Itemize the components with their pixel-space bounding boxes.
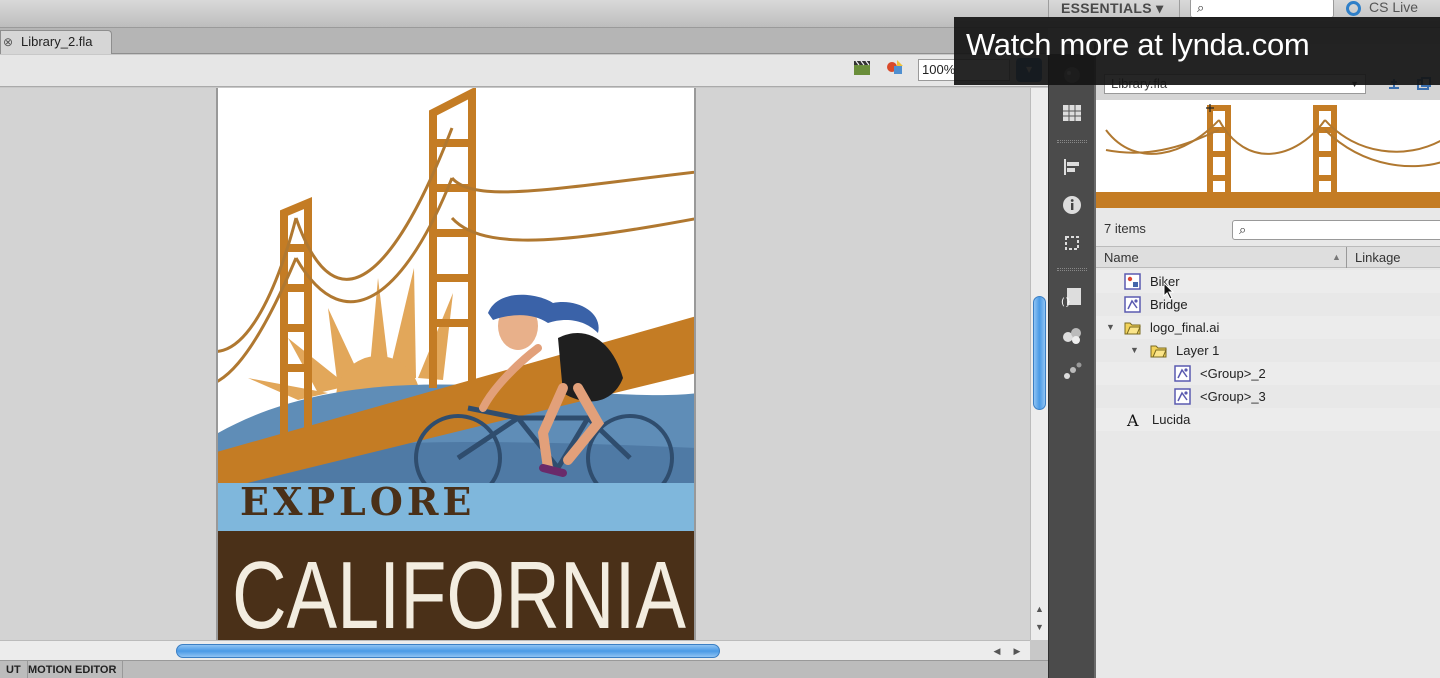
- svg-text:(}: (}: [1061, 297, 1071, 308]
- info-panel-icon[interactable]: [1061, 194, 1083, 216]
- vertical-scrollbar[interactable]: ▲ ▼: [1030, 88, 1048, 640]
- close-tab-icon[interactable]: ⊗: [3, 31, 13, 53]
- cs-live-label: CS Live: [1369, 0, 1419, 15]
- scroll-down-icon[interactable]: ▼: [1035, 622, 1044, 632]
- expand-triangle-icon[interactable]: ▼: [1106, 316, 1115, 339]
- graphic-icon: [1124, 296, 1141, 313]
- library-item-list: Biker Bridge ▼ logo_final.ai ▼ Layer 1 <…: [1096, 270, 1440, 440]
- vertical-scroll-thumb[interactable]: [1033, 296, 1046, 410]
- stage[interactable]: EXPLORE CALIFORNIA: [216, 88, 696, 640]
- library-item-label: <Group>_2: [1200, 366, 1266, 381]
- library-preview: [1096, 100, 1440, 208]
- library-item-group-3[interactable]: <Group>_3: [1096, 385, 1440, 408]
- font-icon: A: [1126, 411, 1139, 428]
- motion-editor-tab[interactable]: MOTION EDITOR: [22, 661, 124, 678]
- name-column-header[interactable]: Name: [1104, 247, 1139, 268]
- library-item-biker[interactable]: Biker: [1096, 270, 1440, 293]
- panel-icon-strip: (}: [1048, 54, 1094, 678]
- document-tab-bar: ⊗ Library_2.fla: [0, 28, 1048, 54]
- panel-grip[interactable]: [1057, 268, 1087, 271]
- library-item-logo-final[interactable]: ▼ logo_final.ai: [1096, 316, 1440, 339]
- explore-text: EXPLORE: [240, 479, 475, 524]
- library-item-bridge[interactable]: Bridge: [1096, 293, 1440, 316]
- folder-icon: [1124, 322, 1141, 335]
- document-tab-label: Library_2.fla: [21, 34, 93, 49]
- motion-presets-icon[interactable]: [1061, 360, 1083, 382]
- library-item-label: <Group>_3: [1200, 389, 1266, 404]
- bridge-preview-graphic: [1096, 104, 1440, 208]
- cs-live-icon: [1346, 0, 1361, 16]
- lynda-watermark: Watch more at lynda.com: [954, 17, 1440, 85]
- help-search-field[interactable]: ⌕: [1190, 0, 1334, 18]
- search-icon: ⌕: [1239, 222, 1247, 237]
- library-item-group-2[interactable]: <Group>_2: [1096, 362, 1440, 385]
- library-column-header: Name ▲ Linkage: [1096, 246, 1440, 268]
- edit-symbols-icon[interactable]: [884, 58, 906, 78]
- document-tab[interactable]: ⊗ Library_2.fla: [0, 30, 112, 54]
- swatches-panel-icon[interactable]: [1061, 102, 1083, 124]
- transform-panel-icon[interactable]: [1061, 232, 1083, 254]
- library-item-label: Layer 1: [1176, 343, 1220, 358]
- mouse-cursor-icon: [1163, 282, 1175, 300]
- movieclip-icon: [1124, 273, 1141, 290]
- code-snippets-icon[interactable]: (}: [1061, 286, 1083, 308]
- bottom-panel-tabs: UT MOTION EDITOR: [0, 660, 1048, 678]
- library-panel: Library.fla ▼: [1094, 44, 1440, 678]
- horizontal-scrollbar[interactable]: ◀ ▶: [0, 640, 1030, 660]
- edit-bar: 100% ▾: [0, 55, 1048, 87]
- california-text: CALIFORNIA: [232, 542, 686, 640]
- flash-workspace: ESSENTIALS ▾ ⌕ CS Live ⊗ Library_2.fla 1…: [0, 0, 1440, 678]
- watermark-text: Watch more at lynda.com: [966, 27, 1310, 62]
- scroll-left-icon[interactable]: ◀: [988, 643, 1006, 659]
- workspace-switcher[interactable]: ESSENTIALS ▾: [1048, 0, 1180, 18]
- linkage-column-header[interactable]: Linkage: [1346, 247, 1401, 268]
- library-item-label: logo_final.ai: [1150, 320, 1220, 335]
- panel-grip[interactable]: [1057, 140, 1087, 143]
- sort-up-icon[interactable]: ▲: [1332, 247, 1341, 268]
- library-item-lucida[interactable]: A Lucida: [1096, 408, 1440, 431]
- scroll-up-icon[interactable]: ▲: [1035, 604, 1044, 614]
- explore-california-artwork[interactable]: EXPLORE CALIFORNIA: [218, 88, 696, 640]
- library-item-label: Lucida: [1152, 412, 1191, 427]
- align-panel-icon[interactable]: [1061, 156, 1083, 178]
- library-item-layer-1[interactable]: ▼ Layer 1: [1096, 339, 1440, 362]
- edit-scene-icon[interactable]: [852, 58, 874, 78]
- search-icon: ⌕: [1197, 0, 1205, 15]
- horizontal-scroll-thumb[interactable]: [176, 644, 720, 658]
- svg-text:A: A: [1126, 411, 1139, 428]
- components-panel-icon[interactable]: [1061, 324, 1083, 346]
- expand-triangle-icon[interactable]: ▼: [1130, 339, 1139, 362]
- graphic-icon: [1174, 365, 1191, 382]
- pasteboard: EXPLORE CALIFORNIA: [0, 88, 1030, 640]
- folder-icon: [1150, 345, 1167, 358]
- scroll-right-icon[interactable]: ▶: [1008, 643, 1026, 659]
- graphic-icon: [1174, 388, 1191, 405]
- cs-live-button[interactable]: CS Live: [1346, 0, 1440, 18]
- library-search-input[interactable]: ⌕: [1232, 220, 1440, 240]
